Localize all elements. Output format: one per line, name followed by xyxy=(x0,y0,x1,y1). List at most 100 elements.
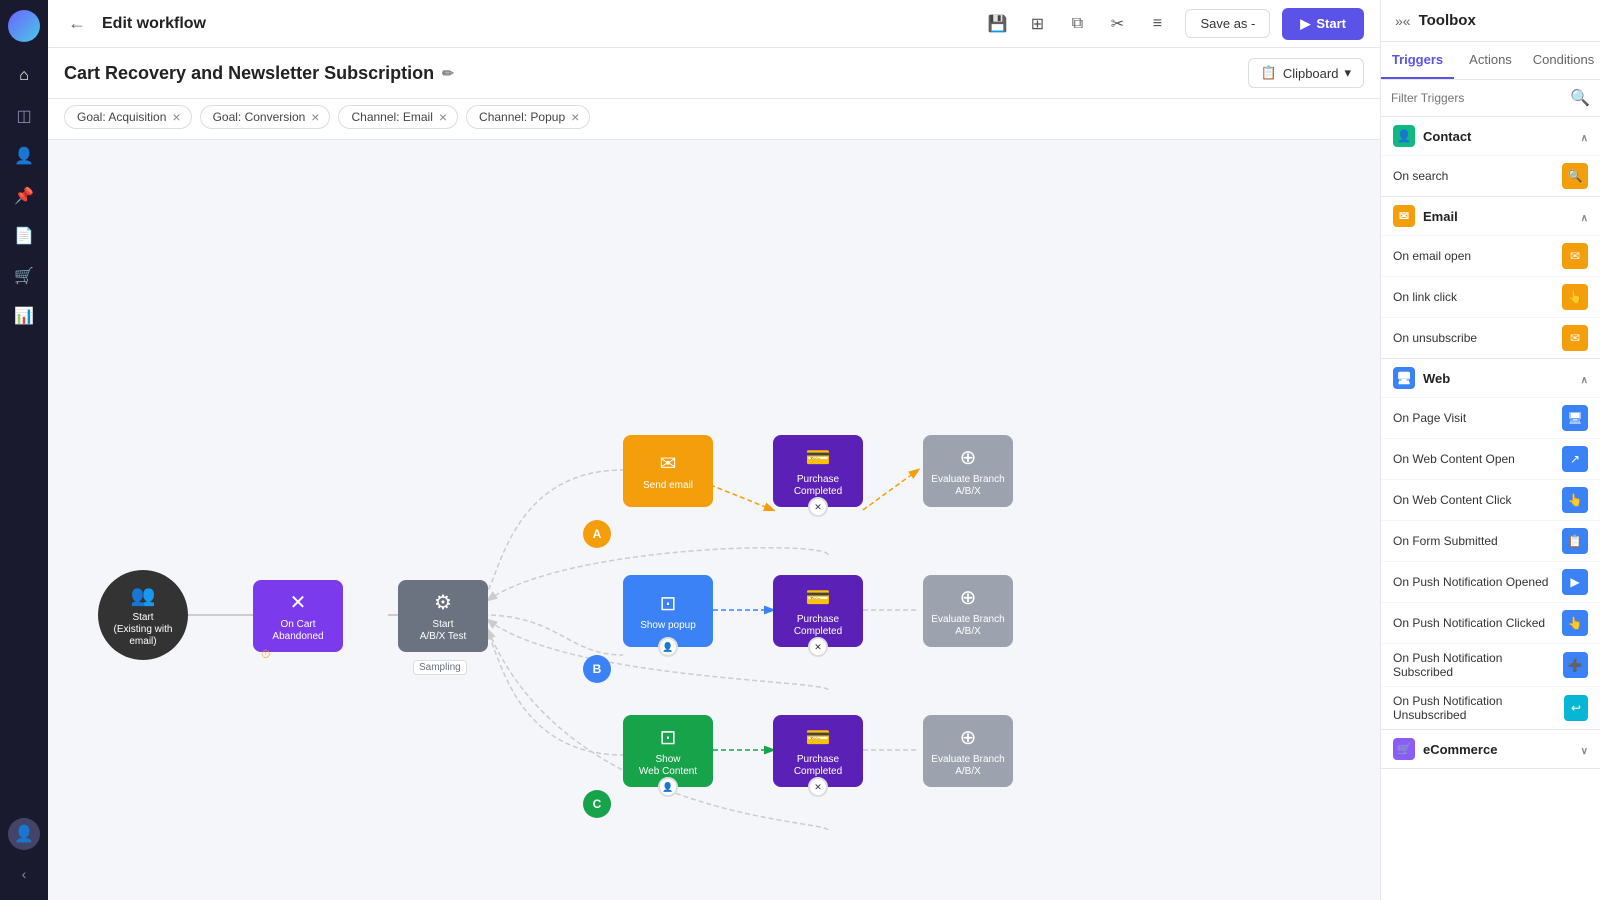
trigger-on-web-content-open[interactable]: On Web Content Open ↗ xyxy=(1381,438,1600,479)
trigger-on-link-click[interactable]: On link click 👆 xyxy=(1381,276,1600,317)
back-button[interactable]: ← xyxy=(64,9,90,38)
trigger-label: On unsubscribe xyxy=(1393,331,1477,345)
section-contact-header[interactable]: 👤 Contact xyxy=(1381,117,1600,155)
node-ab-test[interactable]: ⚙ StartA/B/X Test xyxy=(398,580,488,652)
clipboard-button[interactable]: 📋 Clipboard ▾ xyxy=(1248,58,1364,88)
sampling-label: Sampling xyxy=(413,660,467,675)
node-show-popup[interactable]: ⊡ Show popup 👤 xyxy=(623,575,713,647)
trigger-on-form-submitted[interactable]: On Form Submitted 📋 xyxy=(1381,520,1600,561)
contact-section-icon: 👤 xyxy=(1393,125,1415,147)
workflow-name: Cart Recovery and Newsletter Subscriptio… xyxy=(64,63,434,84)
filter-triggers-input[interactable] xyxy=(1391,91,1564,105)
node-eval-3[interactable]: ⊕ Evaluate BranchA/B/X xyxy=(923,715,1013,787)
edit-title-icon[interactable]: ✏ xyxy=(442,65,454,82)
trigger-label: On Page Visit xyxy=(1393,411,1466,425)
show-web-label: ShowWeb Content xyxy=(639,754,697,778)
tab-actions[interactable]: Actions xyxy=(1454,42,1527,79)
tab-conditions[interactable]: Conditions xyxy=(1527,42,1600,79)
on-push-unsub-icon: ↩ xyxy=(1564,695,1588,721)
grid-icon[interactable]: ⊞ xyxy=(1021,8,1053,40)
trigger-label: On email open xyxy=(1393,249,1471,263)
workflow-title-container: Cart Recovery and Newsletter Subscriptio… xyxy=(64,63,454,84)
node-eval-2[interactable]: ⊕ Evaluate BranchA/B/X xyxy=(923,575,1013,647)
clipboard-chevron: ▾ xyxy=(1344,65,1351,81)
trigger-on-push-unsubscribed[interactable]: On Push Notification Unsubscribed ↩ xyxy=(1381,686,1600,729)
nav-home[interactable]: ⌂ xyxy=(8,60,40,92)
nav-cart[interactable]: 🛒 xyxy=(8,260,40,292)
purchase3-icon: 💳 xyxy=(806,725,831,750)
tag-goal-acquisition[interactable]: Goal: Acquisition × xyxy=(64,105,192,129)
nav-doc[interactable]: 📄 xyxy=(8,220,40,252)
save-as-button[interactable]: Save as - xyxy=(1185,9,1270,38)
on-search-icon: 🔍 xyxy=(1562,163,1588,189)
app-logo[interactable] xyxy=(8,10,40,42)
purchase1-label: PurchaseCompleted xyxy=(794,474,842,498)
trigger-on-page-visit[interactable]: On Page Visit 🖥 xyxy=(1381,397,1600,438)
tag-goal-conversion[interactable]: Goal: Conversion × xyxy=(200,105,331,129)
section-ecommerce-header[interactable]: 🛒 eCommerce xyxy=(1381,730,1600,768)
node-purchase-2[interactable]: 💳 PurchaseCompleted ✕ xyxy=(773,575,863,647)
trigger-on-search[interactable]: On search 🔍 xyxy=(1381,155,1600,196)
node-cart-abandoned[interactable]: ✕ On CartAbandoned ⏱ xyxy=(253,580,343,652)
tab-triggers[interactable]: Triggers xyxy=(1381,42,1454,79)
ecommerce-chevron xyxy=(1581,742,1588,757)
node-purchase-1[interactable]: 💳 PurchaseCompleted ✕ xyxy=(773,435,863,507)
canvas-header: Cart Recovery and Newsletter Subscriptio… xyxy=(48,48,1380,99)
tag-channel-email[interactable]: Channel: Email × xyxy=(338,105,458,129)
trigger-on-unsubscribe[interactable]: On unsubscribe ✉ xyxy=(1381,317,1600,358)
clipboard-icon: 📋 xyxy=(1261,65,1277,81)
purchase1-icon: 💳 xyxy=(806,445,831,470)
node-start[interactable]: 👥 Start(Existing withemail) xyxy=(98,570,188,660)
tag-channel-popup[interactable]: Channel: Popup × xyxy=(466,105,590,129)
trigger-on-push-opened[interactable]: On Push Notification Opened ▶ xyxy=(1381,561,1600,602)
save-icon[interactable]: 💾 xyxy=(981,8,1013,40)
tag-remove-icon[interactable]: × xyxy=(172,109,180,125)
start-button[interactable]: ▶ Start xyxy=(1282,8,1364,40)
branch-c-label: C xyxy=(583,790,611,818)
trigger-label: On Form Submitted xyxy=(1393,534,1498,548)
list-icon[interactable]: ≡ xyxy=(1141,8,1173,40)
tag-label: Goal: Acquisition xyxy=(77,110,166,124)
send-email-icon: ✉ xyxy=(660,451,677,476)
start-label: Start xyxy=(1316,16,1346,31)
section-ecommerce: 🛒 eCommerce xyxy=(1381,730,1600,769)
trigger-on-email-open[interactable]: On email open ✉ xyxy=(1381,235,1600,276)
top-bar: ← Edit workflow 💾 ⊞ ⧉ ✂ ≡ Save as - ▶ St… xyxy=(48,0,1380,48)
ab-node-label: StartA/B/X Test xyxy=(420,619,467,643)
section-email-header[interactable]: ✉ Email xyxy=(1381,197,1600,235)
nav-chart[interactable]: 📊 xyxy=(8,300,40,332)
search-icon[interactable]: 🔍 xyxy=(1570,88,1590,108)
nav-users[interactable]: 👤 xyxy=(8,140,40,172)
copy-icon[interactable]: ⧉ xyxy=(1061,8,1093,40)
on-unsubscribe-icon: ✉ xyxy=(1562,325,1588,351)
page-title: Edit workflow xyxy=(102,15,206,33)
nav-pin[interactable]: 📌 xyxy=(8,180,40,212)
on-form-icon: 📋 xyxy=(1562,528,1588,554)
trigger-on-push-subscribed[interactable]: On Push Notification Subscribed ➕ xyxy=(1381,643,1600,686)
left-navigation: ⌂ ◫ 👤 📌 📄 🛒 📊 👤 ‹ xyxy=(0,0,48,900)
section-web-header[interactable]: 🖥 Web xyxy=(1381,359,1600,397)
node-show-web[interactable]: ⊡ ShowWeb Content 👤 xyxy=(623,715,713,787)
tag-remove-icon[interactable]: × xyxy=(571,109,579,125)
node-send-email[interactable]: ✉ Send email xyxy=(623,435,713,507)
nav-layers[interactable]: ◫ xyxy=(8,100,40,132)
tag-remove-icon[interactable]: × xyxy=(439,109,447,125)
trigger-label: On Push Notification Opened xyxy=(1393,575,1548,589)
user-avatar[interactable]: 👤 xyxy=(8,818,40,850)
nav-collapse[interactable]: ‹ xyxy=(8,858,40,890)
node-eval-1[interactable]: ⊕ Evaluate BranchA/B/X xyxy=(923,435,1013,507)
cut-icon[interactable]: ✂ xyxy=(1101,8,1133,40)
tags-bar: Goal: Acquisition × Goal: Conversion × C… xyxy=(48,99,1380,140)
toolbox-collapse-btn[interactable]: »« xyxy=(1395,13,1411,29)
trigger-on-push-clicked[interactable]: On Push Notification Clicked 👆 xyxy=(1381,602,1600,643)
trigger-on-web-content-click[interactable]: On Web Content Click 👆 xyxy=(1381,479,1600,520)
trigger-label: On link click xyxy=(1393,290,1457,304)
trigger-label: On search xyxy=(1393,169,1448,183)
branch-a-label: A xyxy=(583,520,611,548)
tag-remove-icon[interactable]: × xyxy=(311,109,319,125)
workflow-canvas[interactable]: 👥 Start(Existing withemail) ✕ On CartAba… xyxy=(48,140,1380,900)
trigger-label: On Web Content Click xyxy=(1393,493,1512,507)
start-play-icon: ▶ xyxy=(1300,16,1310,32)
node-purchase-3[interactable]: 💳 PurchaseCompleted ✕ xyxy=(773,715,863,787)
send-email-label: Send email xyxy=(643,480,693,492)
